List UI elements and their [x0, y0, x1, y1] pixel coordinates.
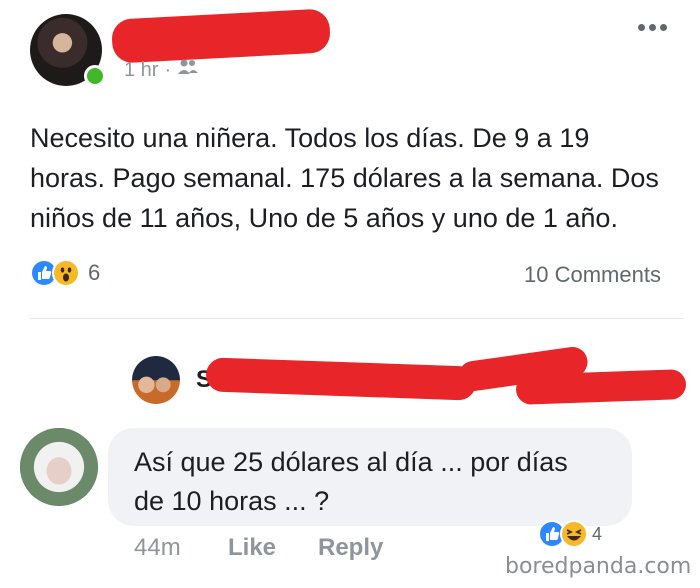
post-time[interactable]: 1 hr [124, 59, 158, 82]
wow-reaction-icon [52, 259, 80, 287]
meta-separator: · [164, 58, 172, 81]
redacted-reply-author-name [205, 357, 477, 401]
comments-count-link[interactable]: 10 Comments [524, 262, 661, 288]
comment-reactions-count: 4 [592, 523, 603, 544]
comment-text: Así que 25 dólares al día ... por días d… [134, 447, 568, 516]
commenter-avatar[interactable] [20, 428, 98, 506]
comment-like-button[interactable]: Like [228, 534, 276, 562]
post-text: Necesito una niñera. Todos los días. De … [30, 123, 659, 233]
post-reactions[interactable]: 6 [30, 259, 100, 287]
comment-bubble: Así que 25 dólares al día ... por días d… [108, 428, 632, 526]
watermark: boredpanda.com [505, 554, 692, 579]
post-divider [30, 318, 684, 319]
redacted-reply-author-name-3 [515, 369, 687, 405]
comment-time[interactable]: 44m [134, 534, 181, 562]
redacted-poster-name [110, 8, 332, 64]
reactions-count: 6 [88, 260, 101, 285]
more-options-button[interactable] [638, 20, 672, 34]
comment-reply-button[interactable]: Reply [318, 534, 383, 562]
haha-reaction-icon [560, 520, 588, 548]
friends-icon [177, 58, 199, 82]
post-meta: 1 hr · [124, 58, 199, 82]
online-status-indicator [84, 65, 106, 87]
reply-author-avatar[interactable] [132, 356, 180, 404]
comment-reactions[interactable]: 4 [538, 520, 602, 548]
more-horizontal-icon [638, 23, 667, 31]
